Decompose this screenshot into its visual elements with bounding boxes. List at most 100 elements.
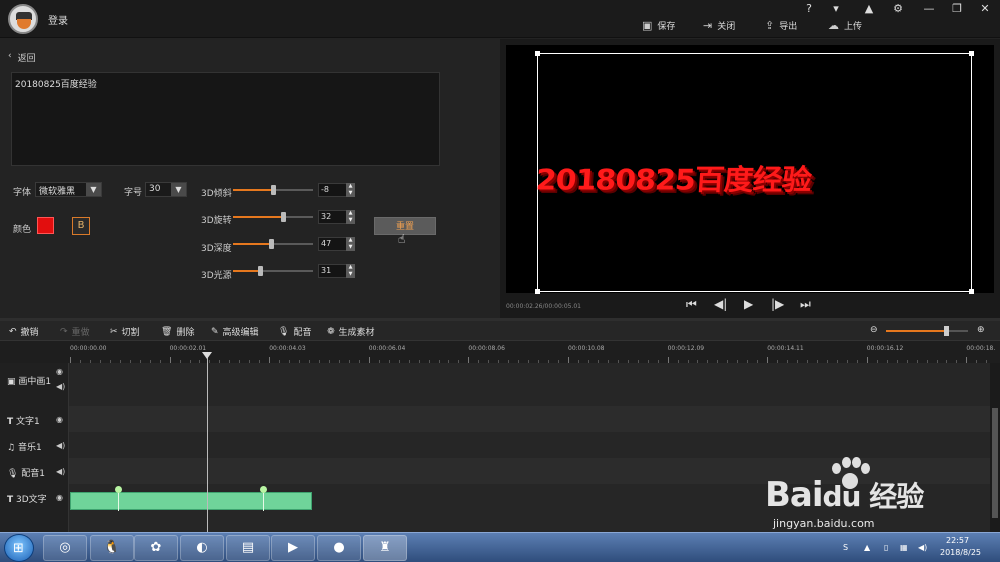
3d-text-preview: 20180825百度经验: [534, 163, 812, 197]
spin-arrows-icon[interactable]: ▲ ▼: [346, 183, 355, 197]
text-edit-panel: ‹ 返回 20180825百度经验 字体 微软雅黑 ▼ 字号 30 ▼ 颜色 B…: [0, 39, 500, 318]
taskbar-app-player[interactable]: ▶: [271, 535, 315, 561]
speaker-icon[interactable]: ◀): [56, 467, 65, 476]
notification-icon[interactable]: ▲: [860, 2, 878, 15]
minimize-button[interactable]: —: [920, 2, 938, 15]
speaker-icon[interactable]: ◀): [56, 441, 65, 450]
input-method-icon[interactable]: S: [843, 543, 848, 552]
taskbar-app-qq[interactable]: 🐧: [90, 535, 134, 561]
taskbar-app-explorer[interactable]: ▤: [226, 535, 270, 561]
back-button[interactable]: ‹ 返回: [8, 51, 36, 64]
preview-canvas[interactable]: 20180825百度经验: [506, 45, 994, 294]
spin-arrows-icon[interactable]: ▲ ▼: [346, 210, 355, 224]
resize-handle[interactable]: [535, 51, 540, 56]
ruler-tick-label: 00:00:18.: [966, 345, 996, 352]
taskbar-app-firefox[interactable]: ◐: [180, 535, 224, 561]
speaker-icon[interactable]: ◀): [56, 382, 65, 391]
light-slider[interactable]: [233, 266, 313, 276]
eye-icon[interactable]: ◉: [56, 415, 63, 424]
taskbar-app-recorder[interactable]: ●: [317, 535, 361, 561]
keyframe-dot[interactable]: [115, 486, 122, 493]
zoom-in-icon[interactable]: ⊕: [977, 325, 985, 335]
playhead-line[interactable]: [207, 352, 208, 532]
3d-text-clip[interactable]: [70, 486, 312, 511]
spin-arrows-icon[interactable]: ▲ ▼: [346, 237, 355, 251]
watermark-url: jingyan.baidu.com: [773, 517, 875, 530]
light-input[interactable]: 31 ▲ ▼: [318, 264, 355, 278]
play-icon[interactable]: ▶: [744, 297, 753, 311]
track-music[interactable]: ♫ 音乐1 ◀): [0, 432, 990, 458]
undo-button[interactable]: ↶ 撤销: [9, 325, 39, 339]
clock-time[interactable]: 22:57: [946, 536, 969, 545]
slider-thumb[interactable]: [271, 185, 276, 195]
tilt-slider[interactable]: [233, 185, 313, 195]
font-select[interactable]: 微软雅黑 ▼: [35, 182, 102, 197]
eye-icon[interactable]: ◉: [56, 493, 63, 502]
rotate-slider[interactable]: [233, 212, 313, 222]
chevron-down-icon: ▼: [171, 183, 186, 196]
slider-thumb[interactable]: [943, 326, 949, 336]
baidu-watermark: Baidu 经验 jingyan.baidu.com: [765, 457, 965, 532]
playhead-handle[interactable]: [202, 352, 212, 359]
redo-button[interactable]: ↷ 重做: [60, 325, 90, 339]
slider-thumb[interactable]: [280, 212, 286, 222]
track-pip[interactable]: ▣ 画中画1 ◉ ◀): [0, 363, 990, 406]
rotate-input[interactable]: 32 ▲ ▼: [318, 210, 355, 224]
resize-handle[interactable]: [969, 51, 974, 56]
export-icon: ⇪: [765, 19, 775, 32]
timeline-ruler[interactable]: 00:00:00.00 00:00:02.01 00:00:04.03 00:00:0…: [0, 341, 1000, 363]
depth-slider[interactable]: [233, 239, 313, 249]
step-forward-icon[interactable]: |▶: [771, 297, 784, 311]
slider-thumb[interactable]: [258, 266, 264, 276]
close-window-button[interactable]: ✕: [976, 2, 994, 15]
app-logo[interactable]: [8, 4, 38, 34]
timeline-scrollbar[interactable]: [990, 363, 1000, 532]
step-back-icon[interactable]: ◀|: [714, 297, 727, 311]
slider-thumb[interactable]: [268, 239, 274, 249]
gear-icon[interactable]: ⚙: [889, 2, 907, 15]
taskbar-app-media[interactable]: ✿: [134, 535, 178, 561]
windows-taskbar: ⊞ ◎ 🐧 ✿ ◐ ▤ ▶ ● ♜: [0, 532, 1000, 562]
chevron-down-icon: ▼: [86, 183, 101, 196]
help-icon[interactable]: ?: [800, 2, 818, 15]
network-icon[interactable]: ▦: [900, 543, 908, 552]
bold-button[interactable]: B: [72, 217, 90, 235]
text-content-input[interactable]: 20180825百度经验: [11, 72, 440, 166]
dub-button[interactable]: 🎙 配音: [278, 325, 311, 339]
volume-icon[interactable]: ◀): [918, 543, 927, 552]
login-link[interactable]: 登录: [48, 12, 68, 27]
generate-material-button[interactable]: ❁ 生成素材: [327, 325, 375, 339]
resize-handle[interactable]: [969, 289, 974, 294]
cut-button[interactable]: ✂ 切割: [110, 325, 140, 339]
scrollbar-thumb[interactable]: [992, 408, 998, 518]
track-text[interactable]: T 文字1 ◉: [0, 406, 990, 432]
skip-end-icon[interactable]: ⏭: [800, 297, 811, 312]
device-icon[interactable]: ▯: [884, 543, 888, 552]
ruler-tick-label: 00:00:06.04: [368, 345, 406, 352]
size-select[interactable]: 30 ▼: [145, 182, 187, 197]
color-picker[interactable]: [37, 217, 54, 234]
maximize-button[interactable]: ❐: [948, 2, 966, 15]
vip-icon[interactable]: ▾: [827, 2, 845, 15]
eye-icon[interactable]: ◉: [56, 367, 63, 376]
spin-arrows-icon[interactable]: ▲ ▼: [346, 264, 355, 278]
upload-button[interactable]: ☁ 上传: [828, 19, 862, 32]
keyframe-dot[interactable]: [260, 486, 267, 493]
save-button[interactable]: ▣ 保存: [642, 19, 675, 32]
zoom-slider[interactable]: [886, 326, 968, 336]
skip-start-icon[interactable]: ⏮: [686, 297, 697, 312]
depth-input[interactable]: 47 ▲ ▼: [318, 237, 355, 251]
resize-handle[interactable]: [535, 289, 540, 294]
export-button[interactable]: ⇪ 导出: [765, 19, 797, 32]
taskbar-app-editor[interactable]: ♜: [363, 535, 407, 561]
clock-date[interactable]: 2018/8/25: [940, 548, 981, 557]
tray-expand-icon[interactable]: ▲: [864, 543, 870, 552]
start-button[interactable]: ⊞: [4, 534, 34, 562]
taskbar-app-360[interactable]: ◎: [43, 535, 87, 561]
scissors-icon: ✂: [110, 326, 118, 337]
tilt-input[interactable]: -8 ▲ ▼: [318, 183, 355, 197]
zoom-out-icon[interactable]: ⊖: [870, 325, 878, 335]
close-project-button[interactable]: ⇥ 关闭: [703, 19, 735, 32]
advanced-edit-button[interactable]: ✎ 高级编辑: [211, 325, 259, 339]
delete-button[interactable]: 🗑 删除: [161, 325, 194, 339]
